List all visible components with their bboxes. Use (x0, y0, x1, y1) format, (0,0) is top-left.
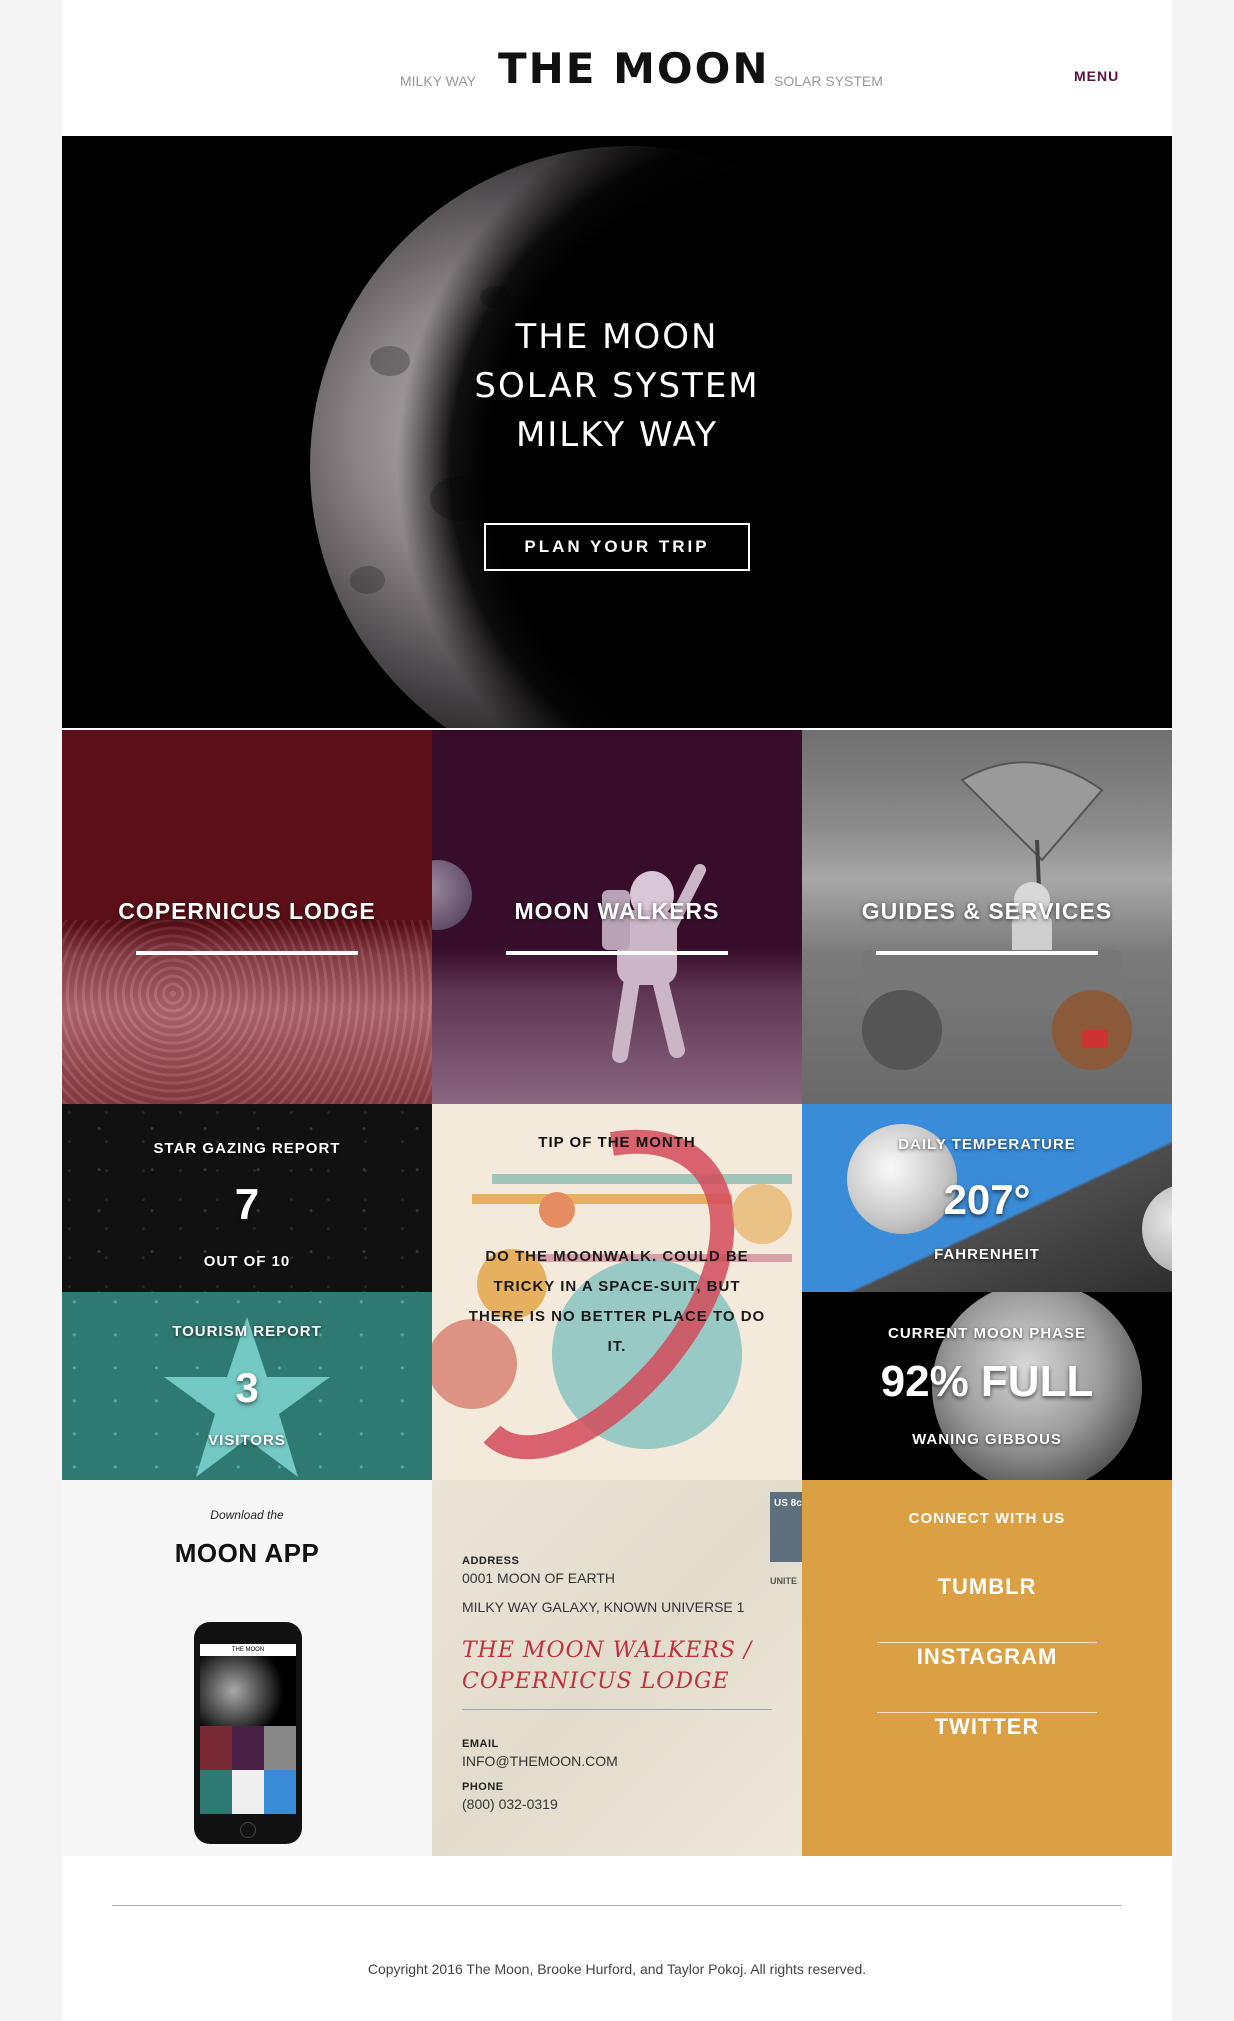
hero-title-line-2: SOLAR SYSTEM (474, 366, 760, 406)
home-button-icon (240, 1822, 256, 1838)
card-sub: FAHRENHEIT (934, 1246, 1040, 1263)
email-label: EMAIL (462, 1738, 499, 1750)
phone-screen: THE MOON (200, 1644, 296, 1814)
star-gazing-report-card: STAR GAZING REPORT 7 OUT OF 10 (62, 1104, 432, 1292)
hero-title-line-1: THE MOON (515, 317, 719, 357)
postcard-script-line-2: COPERNICUS LODGE (462, 1669, 730, 1694)
tip-of-the-month-card: TIP OF THE MONTH DO THE MOONWALK. COULD … (432, 1104, 802, 1480)
stamp-word: UNITE (770, 1576, 797, 1586)
tumblr-link[interactable]: TUMBLR (802, 1574, 1172, 1600)
card-label: TOURISM REPORT (172, 1323, 322, 1340)
hero-banner: THE MOON SOLAR SYSTEM MILKY WAY PLAN YOU… (62, 136, 1172, 728)
tile-underline (136, 951, 358, 955)
card-sub: OUT OF 10 (203, 1253, 291, 1270)
social-card: CONNECT WITH US TUMBLR INSTAGRAM TWITTER (802, 1480, 1172, 1856)
site-header: MILKY WAY THE MOON SOLAR SYSTEM MENU (62, 0, 1172, 136)
copernicus-lodge-tile[interactable]: COPERNICUS LODGE (62, 730, 432, 1104)
card-value: 92% FULL (880, 1357, 1094, 1406)
address-label: ADDRESS (462, 1555, 520, 1567)
astronaut-icon (602, 864, 706, 1063)
tip-text: DO THE MOONWALK. COULD BE TRICKY IN A SP… (468, 1248, 766, 1355)
tile-title: COPERNICUS LODGE (118, 898, 376, 924)
card-label: STAR GAZING REPORT (153, 1140, 341, 1157)
card-value: 3 (235, 1364, 259, 1411)
nav-link-solar-system[interactable]: SOLAR SYSTEM (774, 73, 883, 89)
postcard-divider (462, 1709, 772, 1710)
social-divider (877, 1642, 1097, 1643)
site-logo[interactable]: THE MOON (498, 44, 769, 93)
tile-title: GUIDES & SERVICES (861, 898, 1113, 924)
moon-walkers-tile[interactable]: MOON WALKERS (432, 730, 802, 1104)
email-link[interactable]: INFO@THEMOON.COM (462, 1753, 618, 1769)
app-title: MOON APP (174, 1538, 320, 1568)
card-label: CURRENT MOON PHASE (887, 1325, 1086, 1342)
instagram-link[interactable]: INSTAGRAM (802, 1644, 1172, 1670)
card-value: 7 (234, 1180, 260, 1229)
moon-phase-card: CURRENT MOON PHASE 92% FULL WANING GIBBO… (802, 1292, 1172, 1480)
social-divider (877, 1712, 1097, 1713)
app-kicker: Download the (210, 1508, 284, 1522)
phone-link[interactable]: (800) 032-0319 (462, 1796, 558, 1812)
card-label: TIP OF THE MONTH (538, 1134, 696, 1151)
moon-app-card[interactable]: Download the MOON APP THE MOON (62, 1480, 432, 1856)
menu-button[interactable]: MENU (1074, 68, 1119, 84)
phone-screen-header: THE MOON (200, 1644, 296, 1656)
twitter-link[interactable]: TWITTER (802, 1714, 1172, 1740)
page: MILKY WAY THE MOON SOLAR SYSTEM MENU THE… (62, 0, 1172, 2021)
tile-underline (506, 951, 728, 955)
tourism-report-card: TOURISM REPORT 3 VISITORS (62, 1292, 432, 1480)
stamp-text: US 8c (774, 1498, 802, 1509)
card-label: CONNECT WITH US (908, 1510, 1066, 1527)
address-line-1: 0001 MOON OF EARTH (462, 1570, 616, 1586)
card-value: 207° (943, 1176, 1031, 1223)
footer-divider (112, 1905, 1122, 1906)
guides-services-tile[interactable]: GUIDES & SERVICES (802, 730, 1172, 1104)
phone-label: PHONE (462, 1781, 504, 1793)
card-label: DAILY TEMPERATURE (898, 1136, 1076, 1153)
tile-underline (876, 951, 1098, 955)
postcard-script-line-1: THE MOON WALKERS / (462, 1638, 753, 1663)
address-line-2: MILKY WAY GALAXY, KNOWN UNIVERSE 1 (462, 1599, 745, 1615)
postage-stamp-icon: US 8c UNITE (770, 1492, 802, 1586)
daily-temperature-card: DAILY TEMPERATURE 207° FAHRENHEIT (802, 1104, 1172, 1292)
hero-title-line-3: MILKY WAY (515, 415, 719, 455)
phone-mockup: THE MOON (194, 1622, 302, 1844)
tile-title: MOON WALKERS (514, 898, 720, 924)
plan-your-trip-button[interactable]: PLAN YOUR TRIP (484, 523, 750, 571)
card-sub: VISITORS (208, 1432, 286, 1449)
contact-card: US 8c UNITE ADDRESS 0001 MOON OF EARTH M… (432, 1480, 802, 1856)
nav-link-milky-way[interactable]: MILKY WAY (400, 73, 476, 89)
card-sub: WANING GIBBOUS (912, 1431, 1062, 1448)
copyright: Copyright 2016 The Moon, Brooke Hurford,… (367, 1961, 867, 1977)
